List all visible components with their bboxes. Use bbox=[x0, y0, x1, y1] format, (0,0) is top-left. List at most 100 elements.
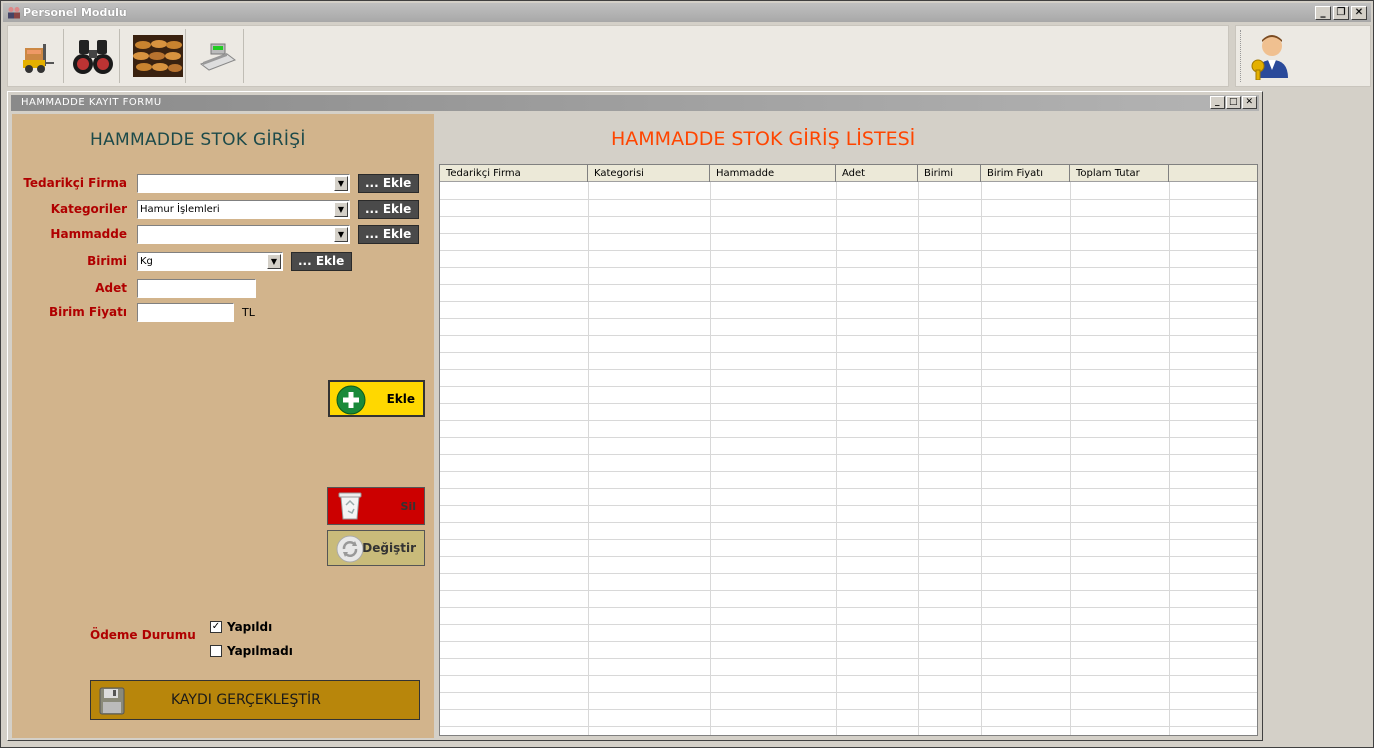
yapildi-label: Yapıldı bbox=[227, 620, 273, 634]
check-icon[interactable]: ✓ bbox=[210, 621, 222, 633]
grid-row-line bbox=[440, 454, 1257, 455]
floppy-disk-icon bbox=[99, 687, 125, 715]
chevron-down-icon[interactable]: ▼ bbox=[334, 227, 348, 242]
column-header[interactable]: Toplam Tutar bbox=[1070, 165, 1169, 182]
birim-fiyati-input[interactable] bbox=[137, 303, 234, 322]
save-record-label: KAYDI GERÇEKLEŞTİR bbox=[171, 692, 321, 708]
grid-column-line bbox=[1070, 182, 1071, 735]
unchecked-box[interactable] bbox=[210, 645, 222, 657]
mdi-titlebar[interactable]: HAMMADDE KAYIT FORMU _ □ ✕ bbox=[11, 95, 1259, 111]
column-header[interactable]: Adet bbox=[836, 165, 918, 182]
column-header[interactable]: Kategorisi bbox=[588, 165, 710, 182]
grid-row-line bbox=[440, 726, 1257, 727]
mdi-maximize-button[interactable]: □ bbox=[1226, 96, 1241, 109]
minimize-button[interactable]: _ bbox=[1315, 6, 1331, 20]
grid-column-line bbox=[710, 182, 711, 735]
tedarikci-combo[interactable]: ▼ bbox=[137, 174, 350, 193]
user-key-icon[interactable] bbox=[1248, 32, 1292, 80]
delete-label: Sil bbox=[400, 500, 416, 513]
grid-row-line bbox=[440, 199, 1257, 200]
grid-column-line bbox=[981, 182, 982, 735]
grid-row-line bbox=[440, 607, 1257, 608]
chevron-down-icon[interactable]: ▼ bbox=[334, 176, 348, 191]
yapildi-checkbox[interactable]: ✓ Yapıldı bbox=[210, 620, 272, 634]
chevron-down-icon[interactable]: ▼ bbox=[267, 254, 281, 269]
delete-button[interactable]: Sil bbox=[327, 487, 425, 525]
main-toolbar bbox=[7, 25, 1229, 87]
grid-row-line bbox=[440, 233, 1257, 234]
birimi-combo[interactable]: Kg ▼ bbox=[137, 252, 283, 271]
mdi-close-button[interactable]: ✕ bbox=[1242, 96, 1257, 109]
add-item-button[interactable]: Ekle bbox=[328, 380, 425, 417]
grid-row-line bbox=[440, 505, 1257, 506]
grid-row-line bbox=[440, 556, 1257, 557]
grid-row-line bbox=[440, 403, 1257, 404]
column-header[interactable]: Tedarikçi Firma bbox=[440, 165, 588, 182]
mdi-minimize-button[interactable]: _ bbox=[1210, 96, 1225, 109]
grid-row-line bbox=[440, 386, 1257, 387]
grid-column-line bbox=[918, 182, 919, 735]
refresh-icon bbox=[336, 535, 364, 563]
restore-button[interactable]: ❐ bbox=[1333, 6, 1349, 20]
grid-row-line bbox=[440, 488, 1257, 489]
grid-row-line bbox=[440, 624, 1257, 625]
birimi-value: Kg bbox=[140, 256, 153, 267]
window-title: Personel Modulu bbox=[23, 6, 127, 19]
kategori-add-button[interactable]: ... Ekle bbox=[358, 200, 419, 219]
birim-fiyati-label: Birim Fiyatı bbox=[48, 305, 127, 319]
chevron-down-icon[interactable]: ▼ bbox=[334, 202, 348, 217]
toolbar-products-button[interactable] bbox=[130, 29, 186, 83]
change-button[interactable]: Değiştir bbox=[327, 530, 425, 566]
form-title: HAMMADDE STOK GİRİŞİ bbox=[90, 130, 306, 150]
column-header[interactable]: Hammadde bbox=[710, 165, 836, 182]
grid-column-line bbox=[1169, 182, 1170, 735]
toolbar-search-button[interactable] bbox=[66, 29, 120, 83]
currency-label: TL bbox=[242, 306, 255, 319]
adet-input[interactable] bbox=[137, 279, 256, 298]
grid-row-line bbox=[440, 675, 1257, 676]
grid-row-line bbox=[440, 420, 1257, 421]
yapilmadi-checkbox[interactable]: Yapılmadı bbox=[210, 644, 293, 658]
hammadde-label: Hammadde bbox=[50, 227, 127, 241]
toolbar-forklift-button[interactable] bbox=[10, 29, 64, 83]
kategoriler-label: Kategoriler bbox=[50, 202, 127, 216]
binoculars-icon bbox=[72, 40, 113, 74]
toolbar-cash-button[interactable] bbox=[190, 29, 244, 83]
column-header[interactable]: Birimi bbox=[918, 165, 981, 182]
tedarikci-label: Tedarikçi Firma bbox=[23, 176, 127, 190]
grid-column-line bbox=[836, 182, 837, 735]
grid-row-line bbox=[440, 267, 1257, 268]
list-title: HAMMADDE STOK GİRİŞ LİSTESİ bbox=[611, 128, 916, 150]
recycle-bin-icon bbox=[338, 492, 362, 520]
grid-row-line bbox=[440, 284, 1257, 285]
grid-row-line bbox=[440, 522, 1257, 523]
hammadde-add-button[interactable]: ... Ekle bbox=[358, 225, 419, 244]
grid-row-line bbox=[440, 301, 1257, 302]
grid-row-line bbox=[440, 250, 1257, 251]
grid-header: Tedarikçi Firma Kategorisi Hammadde Adet… bbox=[440, 165, 1257, 182]
mdi-child-window: HAMMADDE KAYIT FORMU _ □ ✕ HAMMADDE STOK… bbox=[7, 91, 1263, 741]
change-label: Değiştir bbox=[362, 541, 416, 555]
tedarikci-add-button[interactable]: ... Ekle bbox=[358, 174, 419, 193]
bread-photo bbox=[132, 35, 183, 77]
kategoriler-value: Hamur İşlemleri bbox=[140, 204, 220, 215]
grid-row-line bbox=[440, 335, 1257, 336]
forklift-icon bbox=[22, 44, 54, 73]
grid-row-line bbox=[440, 216, 1257, 217]
birim-add-button[interactable]: ... Ekle bbox=[291, 252, 352, 271]
add-item-label: Ekle bbox=[386, 392, 415, 406]
close-button[interactable]: ✕ bbox=[1351, 6, 1367, 20]
window-titlebar[interactable]: Personel Modulu _ ❐ ✕ bbox=[3, 3, 1371, 22]
list-panel: HAMMADDE STOK GİRİŞ LİSTESİ Tedarikçi Fi… bbox=[436, 114, 1260, 738]
grid-row-line bbox=[440, 352, 1257, 353]
column-header[interactable]: Birim Fiyatı bbox=[981, 165, 1070, 182]
hammadde-combo[interactable]: ▼ bbox=[137, 225, 350, 244]
save-record-button[interactable]: KAYDI GERÇEKLEŞTİR bbox=[90, 680, 420, 720]
stock-list-grid[interactable]: Tedarikçi Firma Kategorisi Hammadde Adet… bbox=[439, 164, 1258, 736]
odeme-durumu-label: Ödeme Durumu bbox=[90, 628, 196, 642]
grid-row-line bbox=[440, 641, 1257, 642]
kategoriler-combo[interactable]: Hamur İşlemleri ▼ bbox=[137, 200, 350, 219]
grid-row-line bbox=[440, 590, 1257, 591]
grid-row-line bbox=[440, 437, 1257, 438]
grid-row-line bbox=[440, 539, 1257, 540]
